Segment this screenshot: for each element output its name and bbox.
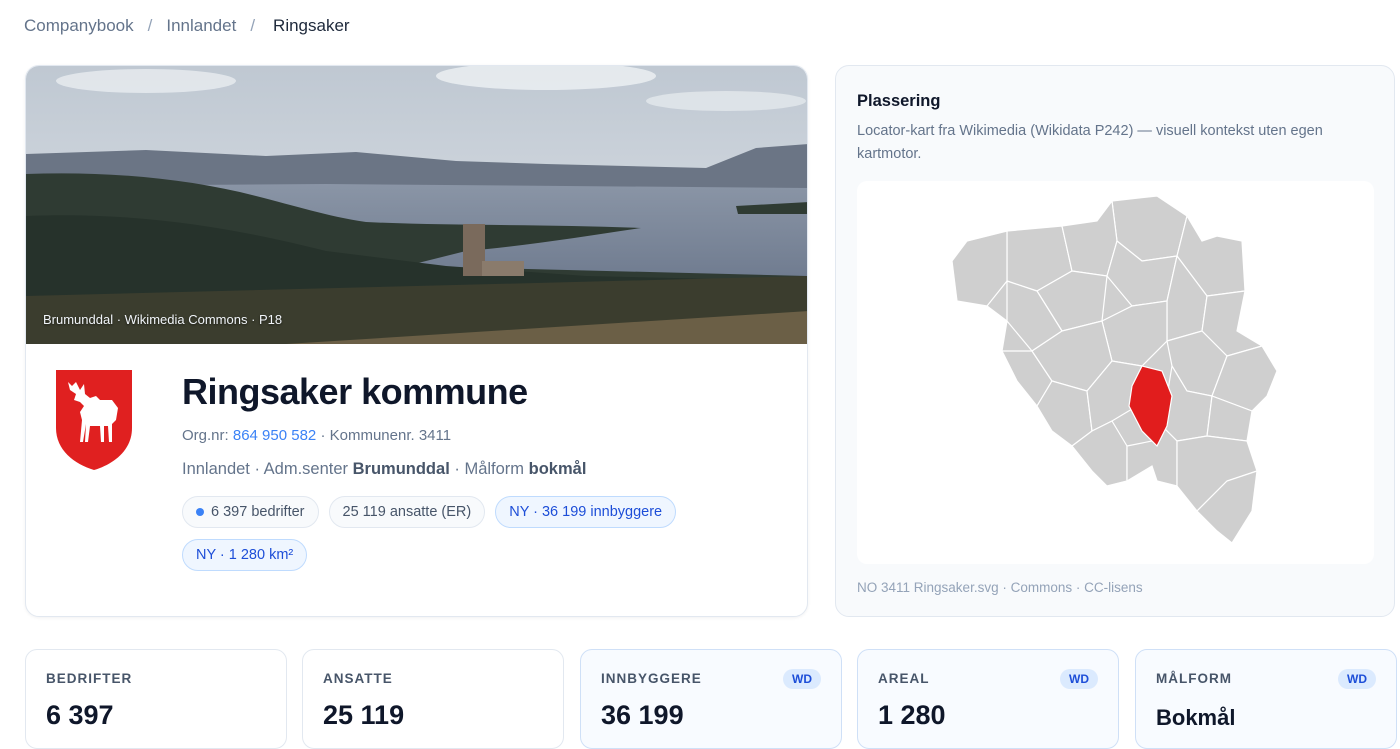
location-title: Plassering <box>857 92 941 110</box>
pill-areal[interactable]: NY · 1 280 km² <box>182 539 308 571</box>
municipality-photo: Brumunddal · Wikimedia Commons · P18 <box>26 66 807 344</box>
breadcrumb: Companybook / Innlandet / Ringsaker <box>24 16 350 36</box>
stat-card-maalform[interactable]: MÅLFORM WD Bokmål <box>1135 649 1397 749</box>
breadcrumb-link-companybook[interactable]: Companybook <box>24 16 134 36</box>
map-caption: NO 3411 Ringsaker.svg · Commons · CC-lis… <box>857 580 1143 595</box>
stat-label: MÅLFORM <box>1156 671 1232 686</box>
stat-card-ansatte[interactable]: ANSATTE 25 119 <box>302 649 564 749</box>
municipality-title: Ringsaker kommune <box>182 371 528 412</box>
org-number-link[interactable]: 864 950 582 <box>233 427 316 444</box>
location-description: Locator-kart fra Wikimedia (Wikidata P24… <box>857 123 1323 162</box>
pill-bedrifter-label: 6 397 bedrifter <box>211 504 305 520</box>
admin-center: Brumunddal <box>352 460 450 478</box>
breadcrumb-link-innlandet[interactable]: Innlandet <box>166 16 236 36</box>
stat-value: 1 280 <box>878 700 946 730</box>
stat-value: 36 199 <box>601 700 684 730</box>
wikidata-badge: WD <box>1060 669 1098 689</box>
stat-label: AREAL <box>878 671 930 686</box>
pill-bedrifter[interactable]: 6 397 bedrifter <box>182 496 319 528</box>
breadcrumb-current: Ringsaker <box>273 16 350 35</box>
region-label: Innlandet · Adm.senter <box>182 460 349 478</box>
wikidata-badge: WD <box>783 669 821 689</box>
location-card: Plassering Locator-kart fra Wikimedia (W… <box>835 65 1395 617</box>
stat-card-innbyggere[interactable]: INNBYGGERE WD 36 199 <box>580 649 842 749</box>
maalform-value: bokmål <box>528 460 587 478</box>
locator-map-image <box>951 195 1278 544</box>
stat-value: Bokmål <box>1156 705 1236 730</box>
municipality-card: Brumunddal · Wikimedia Commons · P18 Rin… <box>25 65 808 617</box>
coat-of-arms-icon <box>56 370 132 470</box>
stat-card-bedrifter[interactable]: BEDRIFTER 6 397 <box>25 649 287 749</box>
org-label: Org.nr: <box>182 427 229 444</box>
stat-value: 6 397 <box>46 700 114 730</box>
org-info: Org.nr: 864 950 582 · Kommunenr. 3411 <box>182 427 802 444</box>
photo-caption: Brumunddal · Wikimedia Commons · P18 <box>43 312 283 327</box>
locator-map[interactable] <box>857 181 1374 564</box>
stat-value: 25 119 <box>323 700 405 730</box>
stat-card-areal[interactable]: AREAL WD 1 280 <box>857 649 1119 749</box>
kommune-number: · Kommunenr. 3411 <box>320 427 452 444</box>
stat-label: INNBYGGERE <box>601 671 702 686</box>
pill-innbyggere[interactable]: NY · 36 199 innbyggere <box>495 496 677 528</box>
breadcrumb-separator: / <box>147 16 153 35</box>
stat-label: ANSATTE <box>323 671 393 686</box>
stat-pills: 6 397 bedrifter 25 119 ansatte (ER) NY ·… <box>182 496 742 571</box>
breadcrumb-separator: / <box>250 16 256 35</box>
region-info: Innlandet · Adm.senter Brumunddal · Målf… <box>182 460 802 479</box>
maalform-label: · Målform <box>454 460 525 478</box>
landscape-photo-image <box>26 66 807 344</box>
municipality-details: Ringsaker kommune Org.nr: 864 950 582 · … <box>182 366 802 571</box>
wikidata-badge: WD <box>1338 669 1376 689</box>
stat-label: BEDRIFTER <box>46 671 133 686</box>
pill-ansatte[interactable]: 25 119 ansatte (ER) <box>328 496 486 528</box>
status-dot-icon <box>196 508 204 516</box>
